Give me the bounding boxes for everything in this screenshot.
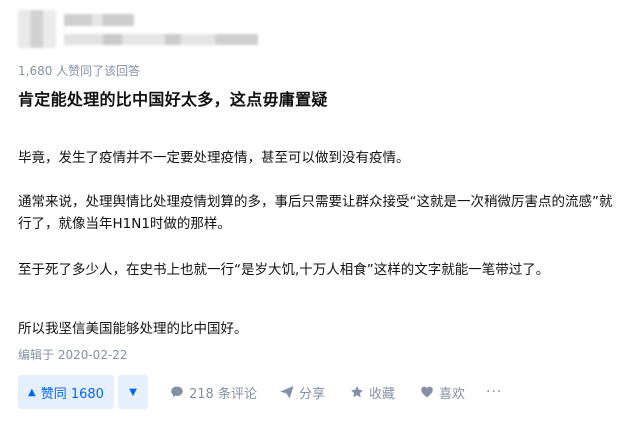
triangle-down-icon: ▼ [129,386,137,398]
upvote-label: 赞同 1680 [40,386,104,402]
upvote-button[interactable]: ▲ 赞同 1680 [18,375,114,409]
paragraph: 毕竟，发生了疫情并不一定要处理疫情，甚至可以做到没有疫情。 [18,150,410,166]
paragraph: 通常来说，处理舆情比处理疫情划算的多，事后只需要让群众接受“这就是一次稍微厉害点… [18,194,613,232]
ellipsis-icon: ··· [486,384,503,400]
action-bar: ▲ 赞同 1680 ▼ 218 条评论 分享 收藏 喜欢 ··· [18,375,623,409]
downvote-button[interactable]: ▼ [118,375,148,409]
favorite-button[interactable]: 收藏 [350,375,395,409]
author-name-blurred[interactable] [64,14,134,26]
author-bio-blurred [64,34,258,45]
question-title[interactable]: 肯定能处理的比中国好太多，这点毋庸置疑 [18,86,328,110]
like-label: 喜欢 [439,386,466,402]
triangle-up-icon: ▲ [28,386,36,398]
share-button[interactable]: 分享 [280,375,325,409]
comment-icon [171,386,183,398]
avatar[interactable] [18,10,56,48]
heart-icon [421,386,433,398]
author-info[interactable] [18,10,278,50]
comment-label: 218 条评论 [189,386,257,402]
paper-plane-icon [280,386,294,399]
upvote-summary: 1,680 人赞同了该回答 [18,64,141,78]
star-icon [351,386,363,398]
like-button[interactable]: 喜欢 [420,375,465,409]
favorite-label: 收藏 [369,386,396,402]
comment-button[interactable]: 218 条评论 [170,375,257,409]
share-label: 分享 [299,386,326,402]
paragraph: 至于死了多少人，在史书上也就一行“是岁大饥,十万人相食”这样的文字就能一笔带过了… [18,262,550,278]
paragraph: 所以我坚信美国能够处理的比中国好。 [18,321,248,337]
edited-timestamp[interactable]: 编辑于 2020-02-22 [18,346,128,363]
more-button[interactable]: ··· [486,375,502,409]
